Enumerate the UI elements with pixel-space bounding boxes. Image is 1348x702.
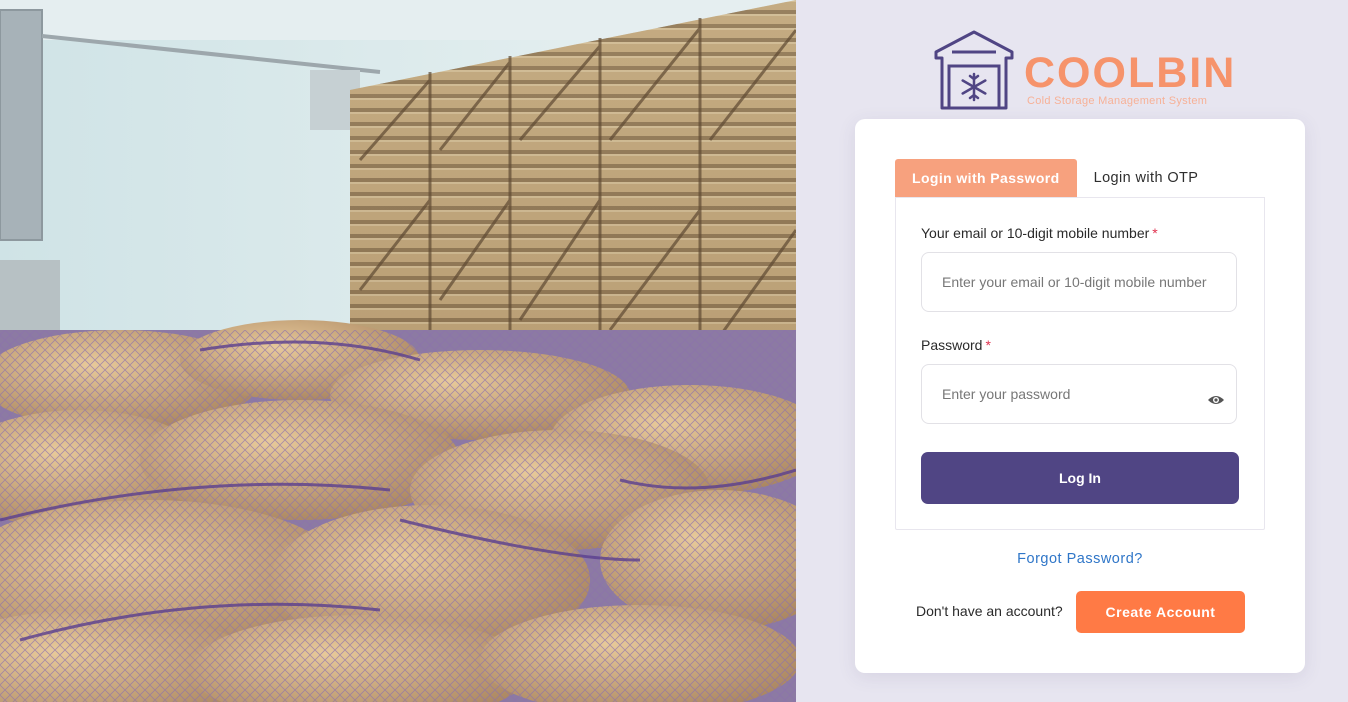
password-label: Password * <box>921 337 991 353</box>
password-field[interactable] <box>921 364 1237 424</box>
password-label-text: Password <box>921 337 983 353</box>
tab-login-with-password[interactable]: Login with Password <box>895 159 1077 197</box>
brand-name: COOLBIN <box>1024 49 1237 97</box>
tab-login-with-otp[interactable]: Login with OTP <box>1077 159 1216 197</box>
login-button[interactable]: Log In <box>921 452 1239 504</box>
brand-logo: COOLBIN Cold Storage Management System <box>934 30 1234 112</box>
create-account-button[interactable]: Create Account <box>1076 591 1245 633</box>
email-label: Your email or 10-digit mobile number * <box>921 225 1158 241</box>
required-marker: * <box>985 337 991 353</box>
email-label-text: Your email or 10-digit mobile number <box>921 225 1150 241</box>
eye-icon[interactable] <box>1207 394 1225 406</box>
brand-tagline: Cold Storage Management System <box>1027 95 1208 107</box>
login-card: Login with Password Login with OTP Your … <box>855 119 1305 673</box>
login-form: Your email or 10-digit mobile number* Pa… <box>895 197 1265 530</box>
email-field[interactable] <box>921 252 1237 312</box>
forgot-password-link[interactable]: Forgot Password? <box>855 551 1305 567</box>
login-tabs: Login with Password Login with OTP <box>895 159 1215 197</box>
warehouse-potato-sacks-photo <box>0 0 796 702</box>
required-marker: * <box>1152 225 1158 241</box>
warehouse-snowflake-icon <box>934 30 1014 110</box>
signup-prompt: Don't have an account? <box>916 603 1063 619</box>
